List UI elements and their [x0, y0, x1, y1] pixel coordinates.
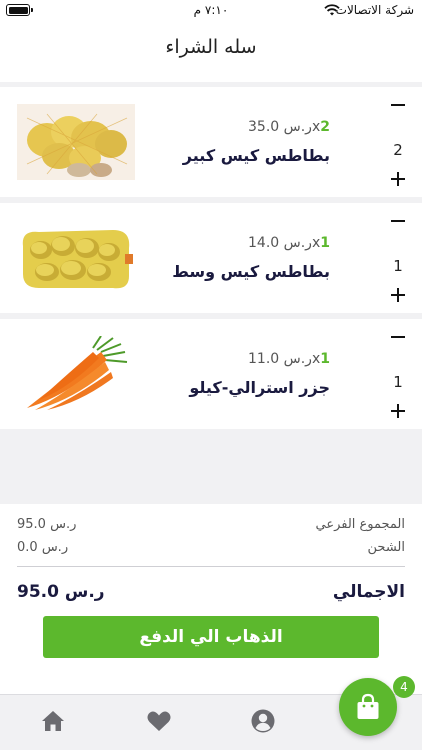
cart-button[interactable] [339, 678, 397, 736]
multiplier: x [311, 119, 321, 135]
carrot-image [17, 336, 135, 412]
unit-price: 14.0 [248, 235, 280, 251]
currency: ر.س [283, 235, 312, 251]
total-value: 95.0 ر.س [17, 582, 105, 602]
item-count: 1 [320, 351, 330, 367]
summary-divider [17, 566, 405, 567]
unit-price: 11.0 [248, 351, 280, 367]
potato-sack-image [17, 220, 135, 296]
multiplier: x [311, 235, 321, 251]
increase-quantity-button[interactable] [384, 399, 412, 423]
increase-quantity-button[interactable] [384, 167, 412, 191]
quantity-stepper: 1 [384, 203, 412, 313]
item-name: بطاطس كيس وسط [172, 262, 330, 281]
currency: ر.س [283, 119, 312, 135]
item-price-line: ر.س 14.0 x1 [248, 235, 330, 251]
cart-count-badge: 4 [393, 676, 415, 698]
item-quantity: 2 [393, 141, 403, 159]
item-quantity: 1 [393, 257, 403, 275]
total-label: الاجمالي [332, 582, 405, 602]
quantity-stepper: 1 [384, 319, 412, 429]
currency: ر.س [283, 351, 312, 367]
shipping-label: الشحن [367, 540, 405, 555]
status-bar: ٧:١٠ م شركة الاتصالات [0, 0, 422, 22]
item-quantity: 1 [393, 373, 403, 391]
quantity-stepper: 2 [384, 87, 412, 197]
cart-item: 1 ر.س 11.0 x1 جزر استرالي-كيلو [0, 319, 422, 429]
decrease-quantity-button[interactable] [384, 93, 412, 117]
decrease-quantity-button[interactable] [384, 209, 412, 233]
subtotal-value: 95.0 ر.س [17, 517, 77, 532]
decrease-quantity-button[interactable] [384, 325, 412, 349]
home-icon[interactable] [39, 707, 67, 735]
multiplier: x [311, 351, 321, 367]
page-title: سله الشراء [165, 36, 257, 58]
subtotal-label: المجموع الفرعي [315, 517, 405, 532]
shopping-bag-icon [357, 693, 379, 719]
item-name: جزر استرالي-كيلو [189, 378, 330, 397]
item-name: بطاطس كيس كبير [182, 146, 330, 165]
shipping-value: 0.0 ر.س [17, 540, 69, 555]
heart-icon[interactable] [145, 707, 173, 735]
cart-item: 2 ر.س 35.0 x2 بطاطس كيس كبير [0, 87, 422, 197]
page-header: سله الشراء [0, 22, 422, 82]
item-count: 2 [320, 119, 330, 135]
profile-icon[interactable] [249, 707, 277, 735]
order-summary: المجموع الفرعي 95.0 ر.س الشحن 0.0 ر.س ال… [0, 504, 422, 694]
unit-price: 35.0 [248, 119, 280, 135]
checkout-button[interactable]: الذهاب الي الدفع [43, 616, 379, 658]
potato-sack-image [17, 104, 135, 180]
item-price-line: ر.س 11.0 x1 [248, 351, 330, 367]
carrier-name: شركة الاتصالات [335, 3, 414, 17]
item-count: 1 [320, 235, 330, 251]
cart-item: 1 ر.س 14.0 x1 بطاطس كيس وسط [0, 203, 422, 313]
item-price-line: ر.س 35.0 x2 [248, 119, 330, 135]
increase-quantity-button[interactable] [384, 283, 412, 307]
